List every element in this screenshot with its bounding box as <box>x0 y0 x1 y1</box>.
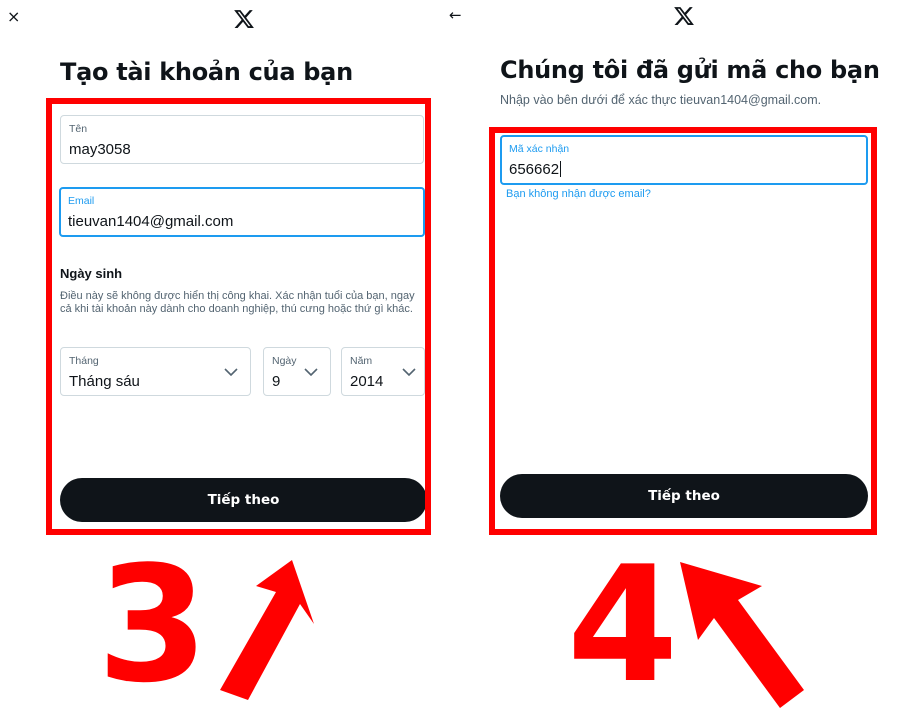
day-select-label: Ngày <box>272 355 297 367</box>
year-select-label: Năm <box>350 355 373 367</box>
month-select-label: Tháng <box>69 355 99 367</box>
name-field-label: Tên <box>69 123 88 135</box>
page-title: Tạo tài khoản của bạn <box>60 58 353 86</box>
email-field-label: Email <box>68 195 95 207</box>
resend-email-link[interactable]: Bạn không nhận được email? <box>506 188 651 200</box>
name-field-value: may3058 <box>69 141 131 158</box>
email-field-value: tieuvan1404@gmail.com <box>68 213 234 230</box>
next-button[interactable]: Tiếp theo <box>60 478 427 522</box>
arrow-up-left-icon <box>680 562 804 708</box>
text-caret <box>560 161 562 177</box>
step-number-3: 3 <box>97 531 209 718</box>
verification-code-text: 656662 <box>509 161 560 178</box>
arrow-up-right-icon <box>220 560 314 700</box>
step-number-4: 4 <box>567 531 679 718</box>
year-select-value: 2014 <box>350 373 384 390</box>
close-icon[interactable]: × <box>7 9 20 25</box>
email-field[interactable]: Email tieuvan1404@gmail.com <box>59 187 425 237</box>
day-select-value: 9 <box>272 373 281 390</box>
birthdate-heading: Ngày sinh <box>60 266 123 281</box>
page-title: Chúng tôi đã gửi mã cho bạn <box>500 56 880 84</box>
month-select[interactable]: Tháng Tháng sáu <box>60 347 251 396</box>
verification-code-label: Mã xác nhận <box>509 143 570 155</box>
x-logo-icon <box>674 7 694 25</box>
birthdate-description: Điều này sẽ không được hiển thị công kha… <box>60 290 415 316</box>
chevron-down-icon <box>402 368 416 376</box>
day-select[interactable]: Ngày 9 <box>263 347 331 396</box>
chevron-down-icon <box>304 368 318 376</box>
page-subtitle: Nhập vào bên dưới để xác thực tieuvan140… <box>500 93 822 107</box>
year-select[interactable]: Năm 2014 <box>341 347 425 396</box>
month-select-value: Tháng sáu <box>69 373 140 390</box>
verification-code-field[interactable]: Mã xác nhận 656662 <box>500 135 868 185</box>
next-button[interactable]: Tiếp theo <box>500 474 868 518</box>
chevron-down-icon <box>224 368 238 376</box>
x-logo-icon <box>234 10 254 28</box>
name-field[interactable]: Tên may3058 <box>60 115 424 164</box>
back-arrow-icon[interactable]: ← <box>449 8 462 23</box>
verification-code-value: 656662 <box>509 161 562 178</box>
